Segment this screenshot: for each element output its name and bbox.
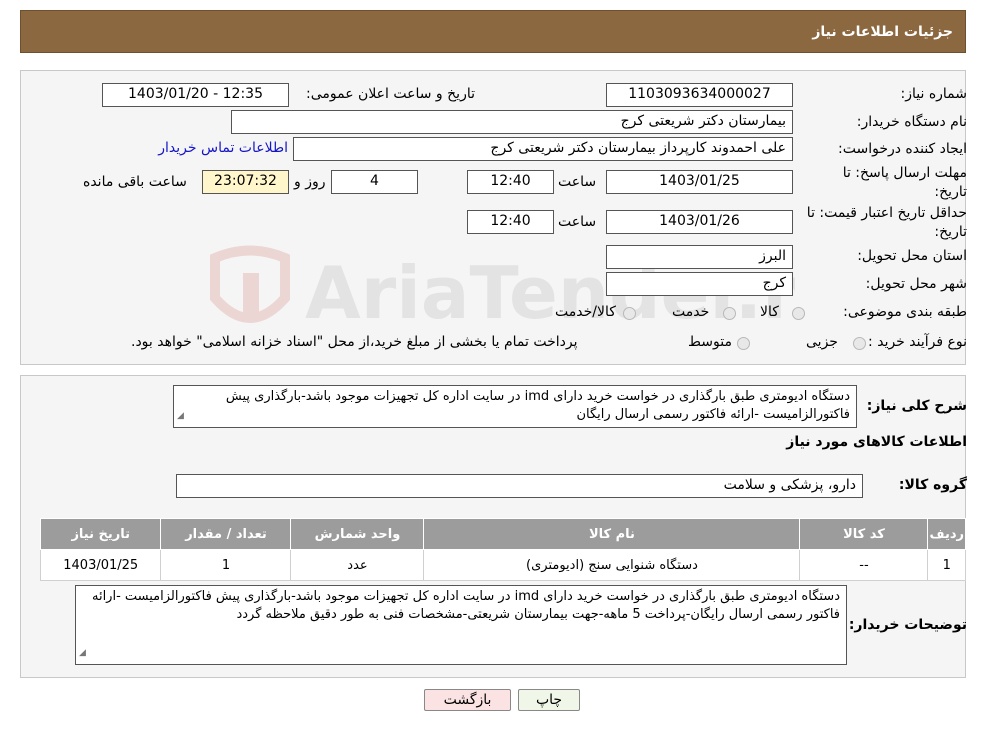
row-code-cell: --: [799, 549, 929, 581]
category-goods-service-label: کالا/خدمت: [555, 304, 616, 320]
need-description-text: دستگاه ادیومتری طبق بارگذاری در خواست خر…: [225, 389, 850, 422]
process-medium-radio[interactable]: [737, 337, 750, 350]
need-description-label: شرح کلی نیاز:: [866, 398, 967, 414]
delivery-city-field: کرج: [606, 272, 793, 296]
resize-grip-icon[interactable]: ◢: [177, 407, 184, 425]
buyer-notes-textarea[interactable]: دستگاه ادیومتری طبق بارگذاری در خواست خر…: [75, 585, 847, 665]
need-description-textarea[interactable]: دستگاه ادیومتری طبق بارگذاری در خواست خر…: [173, 385, 857, 428]
buyer-contact-link[interactable]: اطلاعات تماس خریدار: [158, 140, 288, 156]
process-medium-label: متوسط: [688, 334, 732, 350]
requester-field: علی احمدوند کارپرداز بیمارستان دکتر شریع…: [293, 137, 793, 161]
buyer-notes-label: توضیحات خریدار:: [848, 617, 967, 633]
row-qty-cell: 1: [160, 549, 292, 581]
page-title: جزئیات اطلاعات نیاز: [812, 24, 953, 40]
goods-group-field: دارو، پزشکی و سلامت: [176, 474, 863, 498]
days-label: روز و: [294, 174, 326, 190]
col-date-header: تاریخ نیاز: [39, 518, 162, 550]
row-date-cell: 1403/01/25: [39, 549, 162, 581]
table-row: 1 -- دستگاه شنوایی سنج (ادیومتری) عدد 1 …: [39, 549, 966, 581]
price-validity-date-field: 1403/01/26: [606, 210, 793, 234]
category-service-radio[interactable]: [723, 307, 736, 320]
goods-section-title: اطلاعات کالاهای مورد نیاز: [786, 434, 967, 450]
time-remaining-label: ساعت باقی مانده: [83, 174, 187, 190]
buyer-org-field: بیمارستان دکتر شریعتی کرج: [231, 110, 793, 134]
delivery-province-field: البرز: [606, 245, 793, 269]
row-index-cell: 1: [927, 549, 966, 581]
need-number-field: 1103093634000027: [606, 83, 793, 107]
category-goods-service-radio[interactable]: [623, 307, 636, 320]
deadline-label: مهلت ارسال پاسخ: تا: [842, 165, 967, 181]
print-button[interactable]: چاپ: [518, 689, 580, 711]
back-button[interactable]: بازگشت: [424, 689, 511, 711]
delivery-province-label: استان محل تحویل:: [857, 248, 967, 264]
category-service-label: خدمت: [672, 304, 710, 320]
row-unit-cell: عدد: [290, 549, 425, 581]
buyer-notes-text: دستگاه ادیومتری طبق بارگذاری در خواست خر…: [91, 589, 840, 622]
price-validity-time-label: ساعت: [558, 214, 597, 230]
resize-grip-icon[interactable]: ◢: [79, 644, 86, 662]
category-label: طبقه بندی موضوعی:: [843, 304, 967, 320]
buyer-org-label: نام دستگاه خریدار:: [856, 114, 967, 130]
delivery-city-label: شهر محل تحویل:: [865, 276, 967, 292]
days-remaining-field: 4: [331, 170, 418, 194]
deadline-label-date: تاریخ:: [934, 184, 967, 200]
category-goods-label: کالا: [760, 304, 779, 320]
process-payment-note: پرداخت تمام یا بخشی از مبلغ خرید،از محل …: [131, 334, 578, 350]
row-name-cell: دستگاه شنوایی سنج (ادیومتری): [423, 549, 801, 581]
goods-group-label: گروه کالا:: [898, 477, 967, 493]
deadline-time-label: ساعت: [558, 174, 597, 190]
category-goods-radio[interactable]: [792, 307, 805, 320]
deadline-time-field: 12:40: [467, 170, 554, 194]
price-validity-time-field: 12:40: [467, 210, 554, 234]
requester-label: ایجاد کننده درخواست:: [838, 141, 967, 157]
col-unit-header: واحد شمارش: [290, 518, 425, 550]
col-code-header: کد کالا: [799, 518, 929, 550]
goods-table: ردیف کد کالا نام کالا واحد شمارش تعداد /…: [39, 518, 966, 581]
table-header-row: ردیف کد کالا نام کالا واحد شمارش تعداد /…: [39, 518, 966, 550]
need-number-label: شماره نیاز:: [900, 86, 968, 102]
announce-datetime-field: 1403/01/20 - 12:35: [102, 83, 289, 107]
process-minor-label: جزیی: [806, 334, 838, 350]
col-qty-header: تعداد / مقدار: [160, 518, 292, 550]
price-validity-label-date: تاریخ:: [934, 224, 967, 240]
price-validity-label: حداقل تاریخ اعتبار قیمت: تا: [806, 205, 967, 221]
process-type-label: نوع فرآیند خرید :: [868, 334, 967, 350]
col-name-header: نام کالا: [423, 518, 801, 550]
page-header: جزئیات اطلاعات نیاز: [20, 10, 966, 53]
col-row-header: ردیف: [927, 518, 966, 550]
deadline-date-field: 1403/01/25: [606, 170, 793, 194]
process-minor-radio[interactable]: [853, 337, 866, 350]
time-remaining-field: 23:07:32: [202, 170, 289, 194]
announce-datetime-label: تاریخ و ساعت اعلان عمومی:: [306, 86, 475, 102]
